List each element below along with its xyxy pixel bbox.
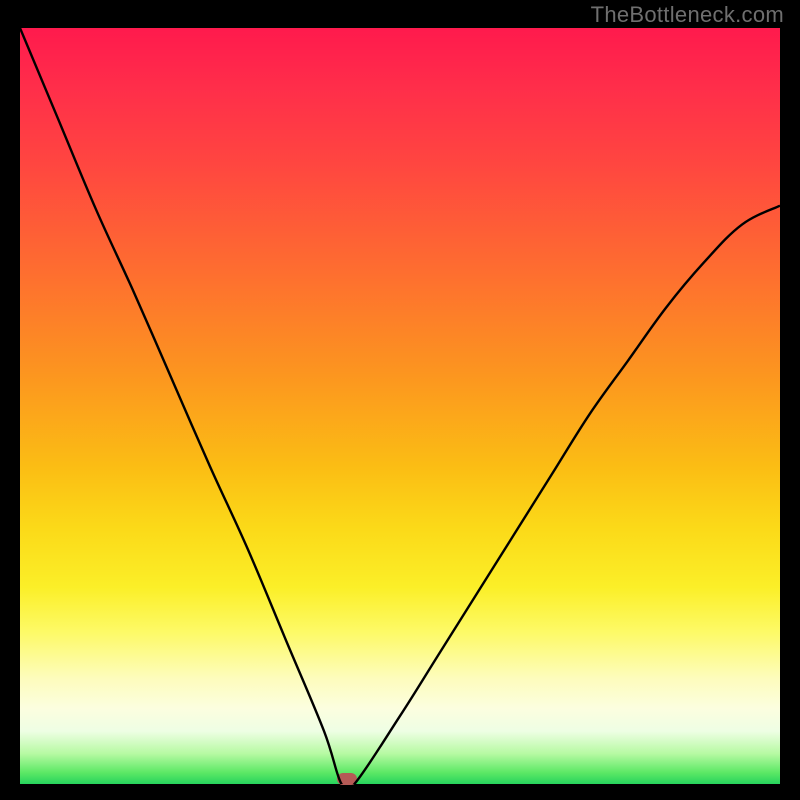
plot-area — [20, 28, 780, 784]
watermark-text: TheBottleneck.com — [591, 2, 784, 28]
chart-frame: TheBottleneck.com — [0, 0, 800, 800]
bottleneck-curve — [20, 28, 780, 784]
